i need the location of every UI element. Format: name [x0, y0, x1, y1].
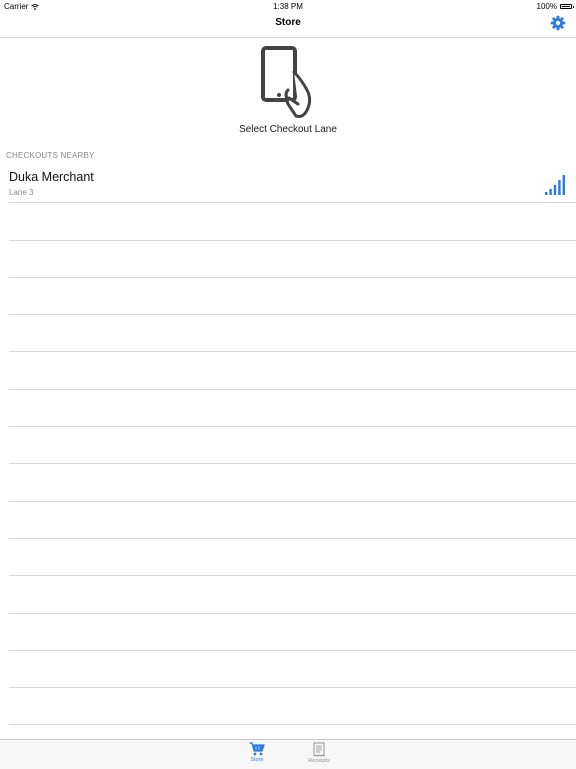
empty-row — [9, 614, 576, 651]
signal-strength-icon — [545, 175, 565, 195]
empty-row — [9, 315, 576, 353]
empty-row — [9, 241, 576, 278]
empty-row — [9, 688, 576, 726]
select-checkout-lane-label: Select Checkout Lane — [239, 124, 337, 135]
empty-row — [9, 539, 576, 577]
tab-store-label: Store — [250, 757, 264, 763]
cart-icon — [249, 742, 265, 756]
checkout-hero: Select Checkout Lane — [0, 38, 576, 143]
tab-receipts[interactable]: Receipts — [299, 742, 339, 768]
page-title: Store — [275, 17, 301, 28]
empty-row — [9, 464, 576, 502]
nav-bar: Store — [0, 13, 576, 38]
empty-row — [9, 502, 576, 539]
tab-store[interactable]: Store — [237, 742, 277, 768]
phone-in-hand-icon — [261, 46, 312, 118]
receipt-icon — [313, 742, 325, 757]
empty-row — [9, 576, 576, 614]
empty-row — [9, 651, 576, 689]
checkout-list: Duka Merchant Lane 3 — [0, 166, 576, 726]
battery-icon — [560, 4, 574, 9]
empty-row — [9, 278, 576, 316]
empty-row — [9, 390, 576, 428]
empty-row — [9, 427, 576, 465]
status-time: 1:38 PM — [273, 2, 303, 11]
checkout-title: Duka Merchant — [9, 170, 94, 184]
empty-row — [9, 203, 576, 241]
tab-receipts-label: Receipts — [308, 758, 330, 764]
checkout-lane: Lane 3 — [9, 188, 34, 197]
section-header: CHECKOUTS NEARBY — [6, 151, 95, 160]
status-bar: Carrier 1:38 PM 100% — [0, 0, 576, 13]
status-right: 100% — [536, 0, 574, 13]
checkout-row[interactable]: Duka Merchant Lane 3 — [9, 166, 576, 204]
empty-row — [9, 352, 576, 390]
battery-percent: 100% — [536, 2, 557, 11]
gear-icon — [550, 15, 566, 31]
settings-button[interactable] — [550, 15, 566, 31]
tab-bar: Store Receipts — [0, 739, 576, 769]
